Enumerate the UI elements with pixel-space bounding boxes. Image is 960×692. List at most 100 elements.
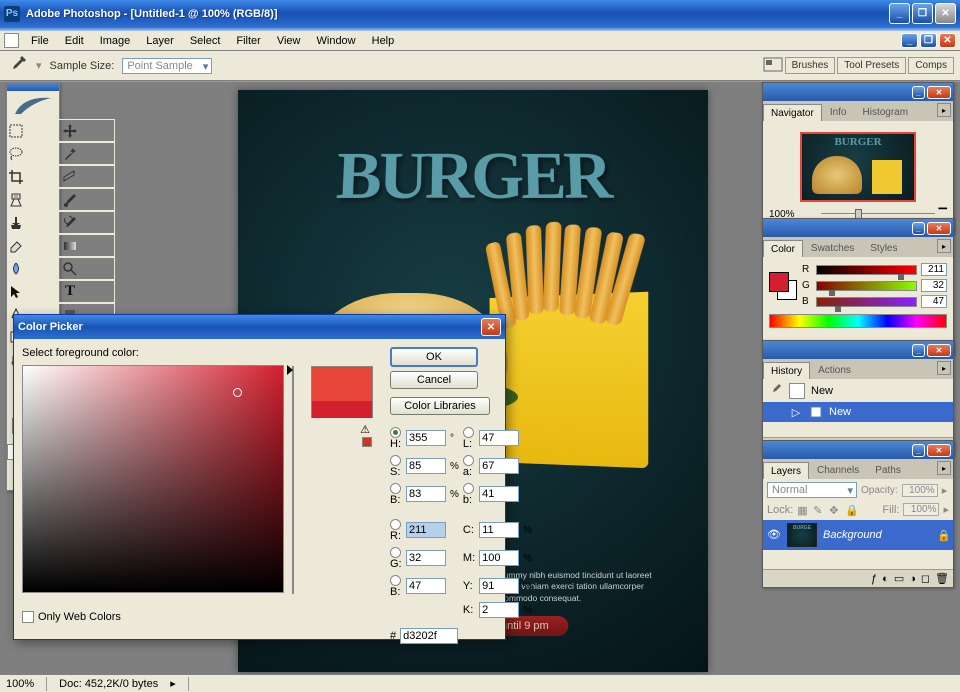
eraser-tool[interactable] xyxy=(7,234,25,257)
bv-input[interactable] xyxy=(406,486,446,502)
history-state-active[interactable]: ▷ New xyxy=(763,402,953,422)
layer-name[interactable]: Background xyxy=(823,529,931,541)
dialog-close-button[interactable]: ✕ xyxy=(481,318,501,336)
sample-size-select[interactable]: Point Sample xyxy=(122,58,212,74)
gamut-warning-icon[interactable]: ⚠ xyxy=(358,422,372,436)
palette-tool-presets-tab[interactable]: Tool Presets xyxy=(837,57,906,74)
r-radio[interactable]: R: xyxy=(390,518,402,542)
menu-file[interactable]: File xyxy=(23,33,57,49)
panel-minimize-button[interactable]: _ xyxy=(912,222,925,235)
saturation-value-field[interactable] xyxy=(22,365,284,593)
hue-slider[interactable] xyxy=(292,366,294,594)
h-input[interactable] xyxy=(406,430,446,446)
tab-styles[interactable]: Styles xyxy=(862,239,905,257)
panel-close-button[interactable]: ✕ xyxy=(927,444,951,457)
lock-transparent-icon[interactable]: ▦ xyxy=(797,504,809,516)
a-input[interactable] xyxy=(479,458,519,474)
tab-channels[interactable]: Channels xyxy=(809,461,867,479)
palette-comps-tab[interactable]: Comps xyxy=(908,57,954,74)
color-swatch[interactable] xyxy=(769,272,797,300)
m-input[interactable] xyxy=(479,550,519,566)
visibility-icon[interactable]: 👁 xyxy=(767,528,781,542)
panel-menu-icon[interactable]: ▸ xyxy=(937,361,951,375)
type-tool[interactable]: T xyxy=(25,280,115,303)
panel-minimize-button[interactable]: _ xyxy=(912,344,925,357)
lock-paint-icon[interactable]: ✎ xyxy=(813,504,825,516)
menu-window[interactable]: Window xyxy=(309,33,364,49)
s-radio[interactable]: S: xyxy=(390,454,402,478)
bb-radio[interactable]: B: xyxy=(390,574,402,598)
ok-button[interactable]: OK xyxy=(390,347,478,367)
r-input[interactable] xyxy=(406,522,446,538)
g-input[interactable] xyxy=(406,550,446,566)
new-set-icon[interactable]: ▭ xyxy=(894,572,904,585)
layer-style-icon[interactable]: ƒ xyxy=(871,573,877,585)
tab-navigator[interactable]: Navigator xyxy=(763,104,822,122)
color-marker[interactable] xyxy=(233,388,242,397)
menu-layer[interactable]: Layer xyxy=(138,33,182,49)
k-input[interactable] xyxy=(479,602,519,618)
trash-icon[interactable]: 🗑 xyxy=(935,572,949,585)
doc-minimize-button[interactable]: _ xyxy=(901,33,918,48)
tab-histogram[interactable]: Histogram xyxy=(855,103,917,121)
tab-color[interactable]: Color xyxy=(763,240,803,258)
navigator-thumbnail[interactable]: BURGER xyxy=(800,132,916,202)
lock-all-icon[interactable]: 🔒 xyxy=(845,504,857,516)
r-slider[interactable] xyxy=(816,265,917,275)
brush-tool[interactable] xyxy=(25,188,115,211)
crop-tool[interactable] xyxy=(7,165,25,188)
lock-position-icon[interactable]: ✥ xyxy=(829,504,841,516)
layer-mask-icon[interactable]: ◐ xyxy=(882,573,889,585)
panel-close-button[interactable]: ✕ xyxy=(927,222,951,235)
window-close-button[interactable]: ✕ xyxy=(935,3,956,24)
g-radio[interactable]: G: xyxy=(390,546,402,570)
opacity-value[interactable]: 100% xyxy=(902,484,938,497)
lasso-tool[interactable] xyxy=(7,142,25,165)
blend-mode-select[interactable]: Normal xyxy=(767,482,857,498)
hex-input[interactable] xyxy=(400,628,458,644)
color-preview[interactable] xyxy=(311,366,373,418)
tab-info[interactable]: Info xyxy=(822,103,855,121)
history-snapshot[interactable]: New xyxy=(763,379,953,402)
s-input[interactable] xyxy=(406,458,446,474)
blur-tool[interactable] xyxy=(7,257,25,280)
bv-radio[interactable]: B: xyxy=(390,482,402,506)
doc-close-button[interactable]: ✕ xyxy=(939,33,956,48)
l-radio[interactable]: L: xyxy=(463,426,475,450)
magic-wand-tool[interactable] xyxy=(25,142,115,165)
menu-help[interactable]: Help xyxy=(364,33,403,49)
gamut-nearest-swatch[interactable] xyxy=(362,437,372,447)
move-tool[interactable] xyxy=(25,119,115,142)
slice-tool[interactable] xyxy=(25,165,115,188)
layer-row-background[interactable]: 👁 Background 🔒 xyxy=(763,520,953,550)
tab-history[interactable]: History xyxy=(763,362,810,380)
panel-minimize-button[interactable]: _ xyxy=(912,444,925,457)
bb-input[interactable] xyxy=(406,578,446,594)
dodge-tool[interactable] xyxy=(25,257,115,280)
g-slider[interactable] xyxy=(816,281,917,291)
history-brush-tool[interactable] xyxy=(25,211,115,234)
a-radio[interactable]: a: xyxy=(463,454,475,478)
tab-actions[interactable]: Actions xyxy=(810,361,859,379)
menu-image[interactable]: Image xyxy=(92,33,139,49)
panel-close-button[interactable]: ✕ xyxy=(927,344,951,357)
status-doc-size[interactable]: Doc: 452,2K/0 bytes xyxy=(59,678,158,690)
panel-menu-icon[interactable]: ▸ xyxy=(937,461,951,475)
b-slider[interactable] xyxy=(816,297,917,307)
menu-view[interactable]: View xyxy=(269,33,309,49)
marquee-tool[interactable] xyxy=(7,119,25,142)
navigator-zoom-slider[interactable] xyxy=(821,210,934,218)
only-web-colors-checkbox[interactable] xyxy=(22,611,34,623)
g-value[interactable]: 32 xyxy=(921,279,947,292)
menu-filter[interactable]: Filter xyxy=(228,33,268,49)
color-spectrum[interactable] xyxy=(769,314,947,328)
menu-select[interactable]: Select xyxy=(182,33,229,49)
new-layer-icon[interactable]: ◻ xyxy=(921,572,930,585)
toolbox-header[interactable] xyxy=(7,83,59,91)
file-browser-icon[interactable] xyxy=(763,55,783,76)
panel-minimize-button[interactable]: _ xyxy=(912,86,925,99)
r-value[interactable]: 211 xyxy=(921,263,947,276)
doc-restore-button[interactable]: ❐ xyxy=(920,33,937,48)
gradient-tool[interactable] xyxy=(25,234,115,257)
l-input[interactable] xyxy=(479,430,519,446)
